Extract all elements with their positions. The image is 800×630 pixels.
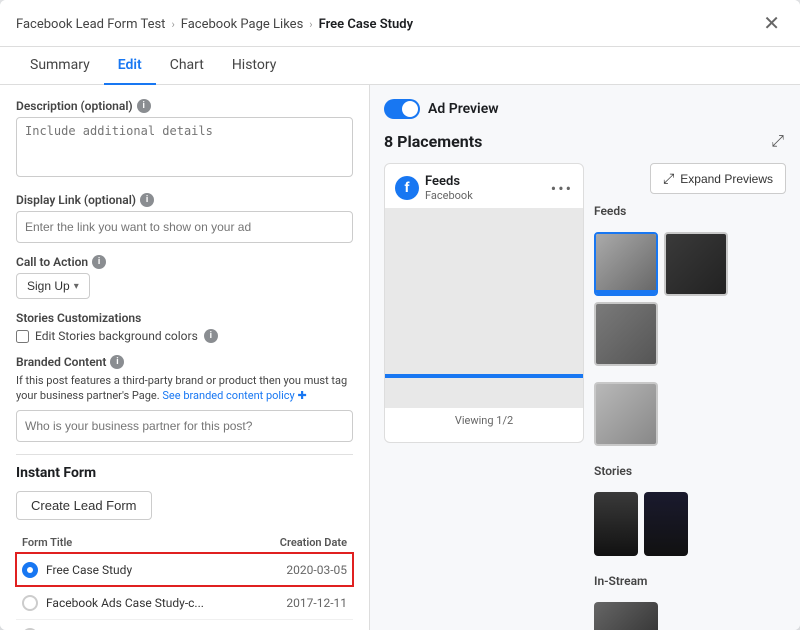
- facebook-sub-label: Facebook: [425, 189, 473, 202]
- ad-preview-toggle-switch[interactable]: [384, 99, 420, 119]
- stories-checkbox-label: Edit Stories background colors: [35, 329, 198, 343]
- form-date-2: 2017-12-11: [255, 586, 353, 619]
- ad-preview-label: Ad Preview: [428, 101, 499, 117]
- breadcrumb-sep-1: ›: [171, 18, 174, 31]
- form-row-1[interactable]: Free Case Study 2020-03-05: [16, 553, 353, 586]
- description-input[interactable]: [16, 117, 353, 177]
- description-label: Description (optional) i: [16, 99, 353, 113]
- tab-bar: Summary Edit Chart History: [0, 47, 800, 85]
- instream-thumbnails: [594, 602, 786, 630]
- story-thumb-2[interactable]: [644, 492, 688, 556]
- close-button[interactable]: ✕: [759, 10, 784, 38]
- form-title-2: Facebook Ads Case Study-c...: [46, 596, 204, 610]
- preview-card-header: f Feeds Facebook •••: [385, 164, 583, 208]
- stories-checkbox[interactable]: [16, 330, 29, 343]
- facebook-icon: f: [395, 176, 419, 200]
- placements-count: 8 Placements: [384, 132, 482, 151]
- feeds-thumbnails-row2: [594, 382, 786, 446]
- description-section: Description (optional) i: [16, 99, 353, 181]
- branded-info-icon[interactable]: i: [110, 355, 124, 369]
- tab-edit[interactable]: Edit: [104, 47, 156, 85]
- form-row-3[interactable]: Facebook Ads Case Study 2016-10-04: [16, 619, 353, 630]
- stories-thumbnails: [594, 492, 786, 556]
- display-link-info-icon[interactable]: i: [140, 193, 154, 207]
- breadcrumb-item-1: Facebook Lead Form Test: [16, 17, 165, 32]
- form-date-1: 2020-03-05: [255, 553, 353, 586]
- placements-header: 8 Placements ⤢: [384, 129, 786, 153]
- external-link-icon[interactable]: ⤢: [769, 129, 786, 153]
- breadcrumb-item-2: Facebook Page Likes: [181, 17, 304, 32]
- stories-label: Stories Customizations: [16, 311, 353, 325]
- radio-1[interactable]: [22, 562, 38, 578]
- branded-section: Branded Content i If this post features …: [16, 355, 353, 442]
- instream-thumb-1[interactable]: [594, 602, 658, 630]
- cta-info-icon[interactable]: i: [92, 255, 106, 269]
- preview-area: f Feeds Facebook ••• Viewing 1/2: [384, 163, 786, 630]
- feeds-label: Feeds: [425, 174, 473, 189]
- tab-summary[interactable]: Summary: [16, 47, 104, 85]
- chevron-down-icon: ▾: [74, 281, 79, 292]
- preview-card-title: f Feeds Facebook: [395, 174, 473, 202]
- description-info-icon[interactable]: i: [137, 99, 151, 113]
- preview-card: f Feeds Facebook ••• Viewing 1/2: [384, 163, 584, 443]
- form-row-2[interactable]: Facebook Ads Case Study-c... 2017-12-11: [16, 586, 353, 619]
- form-title-1: Free Case Study: [46, 563, 132, 577]
- feeds-info: Feeds Facebook: [425, 174, 473, 202]
- feed-thumb-2[interactable]: [664, 232, 728, 296]
- modal-body: Description (optional) i Display Link (o…: [0, 85, 800, 630]
- display-link-section: Display Link (optional) i: [16, 193, 353, 243]
- form-title-cell-3: Facebook Ads Case Study: [16, 619, 255, 630]
- forms-table: Form Title Creation Date Free Case Study…: [16, 532, 353, 630]
- display-link-label: Display Link (optional) i: [16, 193, 353, 207]
- breadcrumb: Facebook Lead Form Test › Facebook Page …: [16, 17, 413, 40]
- form-title-cell-2: Facebook Ads Case Study-c...: [16, 586, 255, 619]
- form-date-3: 2016-10-04: [255, 619, 353, 630]
- feed-thumb-4[interactable]: [594, 382, 658, 446]
- create-form-button[interactable]: Create Lead Form: [16, 491, 152, 520]
- stories-section: Stories Customizations Edit Stories back…: [16, 311, 353, 343]
- dots-menu-icon[interactable]: •••: [551, 179, 573, 198]
- branded-description: If this post features a third-party bran…: [16, 373, 353, 404]
- breadcrumb-sep-2: ›: [309, 18, 312, 31]
- cta-dropdown[interactable]: Sign Up ▾: [16, 273, 90, 299]
- col-creation-date: Creation Date: [255, 532, 353, 554]
- divider: [16, 454, 353, 455]
- expand-icon: ⤢: [663, 170, 674, 187]
- display-link-input[interactable]: [16, 211, 353, 243]
- viewing-label: Viewing 1/2: [385, 408, 583, 433]
- right-panel: Ad Preview 8 Placements ⤢ f Feeds Facebo…: [370, 85, 800, 630]
- instant-form-title: Instant Form: [16, 465, 353, 481]
- col-form-title: Form Title: [16, 532, 255, 554]
- stories-info-icon[interactable]: i: [204, 329, 218, 343]
- breadcrumb-item-3: Free Case Study: [319, 17, 414, 32]
- expand-previews-button[interactable]: ⤢ Expand Previews: [650, 163, 786, 194]
- thumbnails-panel: ⤢ Expand Previews Feeds: [594, 163, 786, 630]
- feed-thumb-3[interactable]: [594, 302, 658, 366]
- radio-2[interactable]: [22, 595, 38, 611]
- tab-history[interactable]: History: [218, 47, 291, 85]
- instream-section-label: In-Stream: [594, 574, 786, 588]
- branded-label: Branded Content i: [16, 355, 353, 369]
- cta-section: Call to Action i Sign Up ▾: [16, 255, 353, 299]
- modal-window: Facebook Lead Form Test › Facebook Page …: [0, 0, 800, 630]
- form-title-cell-1: Free Case Study: [16, 553, 255, 586]
- branded-content-policy-link[interactable]: See branded content policy ✚: [162, 389, 306, 402]
- stories-section-label: Stories: [594, 464, 786, 478]
- feed-thumb-1[interactable]: [594, 232, 658, 296]
- feeds-thumbnails: [594, 232, 786, 366]
- ad-preview-toggle: Ad Preview: [384, 99, 786, 119]
- modal-header: Facebook Lead Form Test › Facebook Page …: [0, 0, 800, 47]
- preview-blue-bar: [385, 374, 583, 378]
- cta-label: Call to Action i: [16, 255, 353, 269]
- stories-checkbox-row: Edit Stories background colors i: [16, 329, 353, 343]
- business-partner-input[interactable]: [16, 410, 353, 442]
- story-thumb-1[interactable]: [594, 492, 638, 556]
- feeds-section-label: Feeds: [594, 204, 786, 218]
- tab-chart[interactable]: Chart: [156, 47, 218, 85]
- preview-image-area: [385, 208, 583, 408]
- left-panel: Description (optional) i Display Link (o…: [0, 85, 370, 630]
